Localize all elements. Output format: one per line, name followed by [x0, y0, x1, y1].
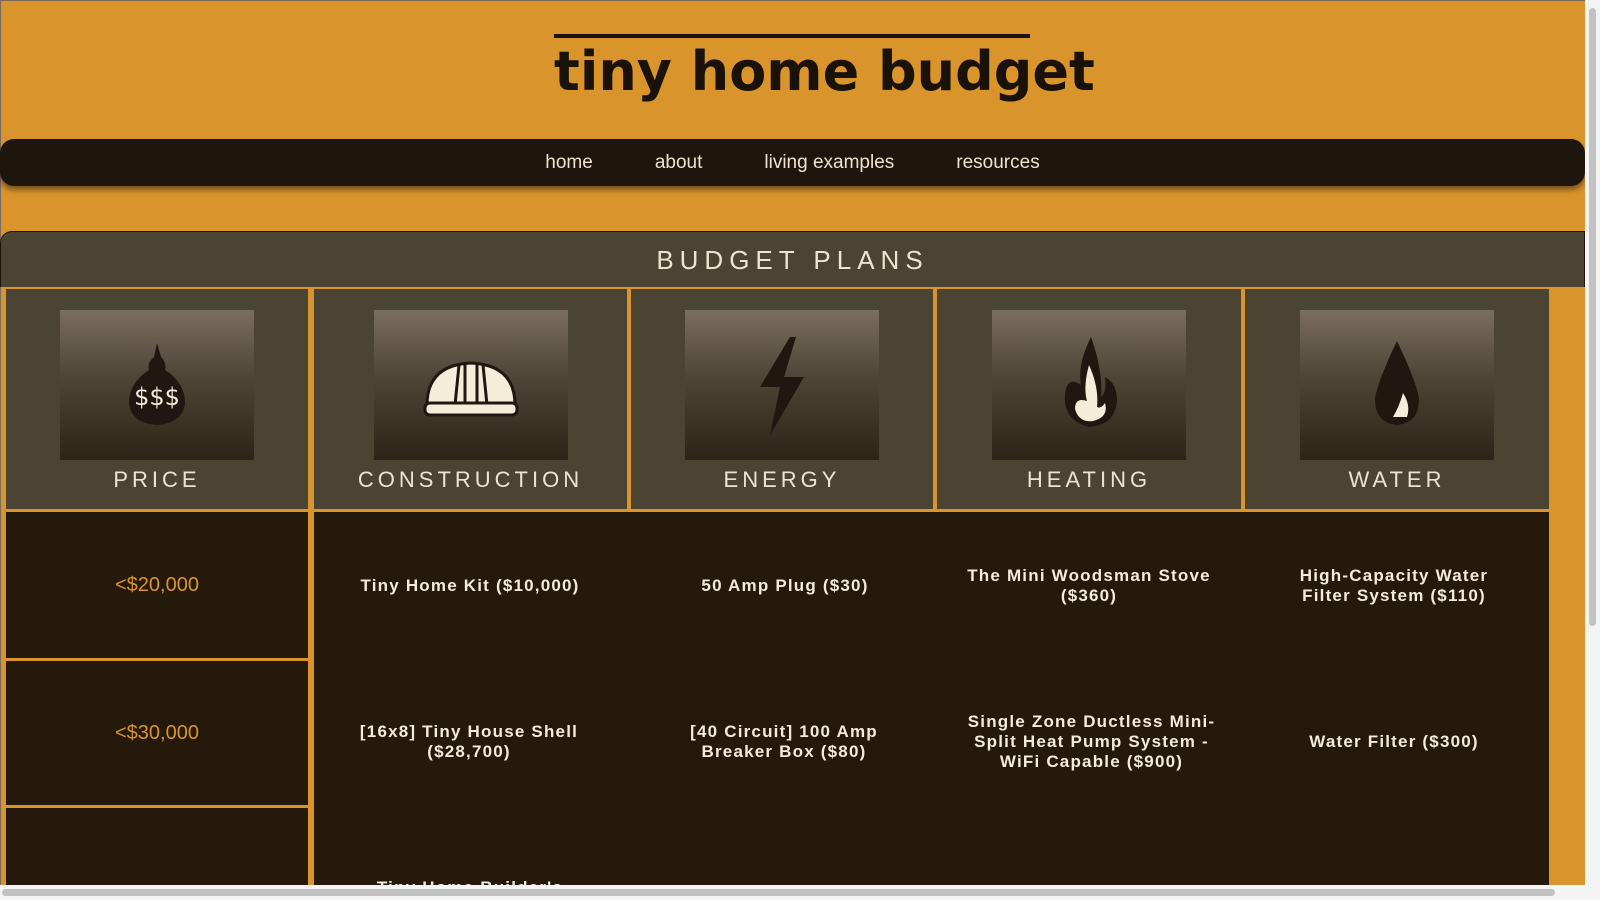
lightning-bolt-icon [760, 337, 804, 435]
column-label-water: WATER [1348, 467, 1446, 492]
column-header-water: WATER [1245, 289, 1549, 509]
energy-item[interactable]: 50 Amp Plug ($30) [644, 562, 926, 610]
horizontal-scrollbar[interactable] [0, 885, 1585, 900]
main-navbar: home about living examples resources [0, 139, 1585, 186]
title-block: tiny home budget [554, 34, 1095, 104]
nav-link-living-examples[interactable]: living examples [764, 139, 894, 186]
nav-link-home[interactable]: home [545, 139, 593, 186]
column-header-energy: ENERGY [631, 289, 933, 509]
price-icon-box: $$$ [60, 310, 254, 460]
column-label-energy: ENERGY [723, 467, 841, 492]
column-label-heating: HEATING [1026, 467, 1152, 492]
column-label-price: PRICE [113, 467, 201, 492]
construction-item[interactable]: [16x8] Tiny House Shell ($28,700) [344, 702, 594, 782]
column-header-heating: HEATING [937, 289, 1241, 509]
site-title: tiny home budget [554, 40, 1095, 103]
nav-link-about[interactable]: about [655, 139, 703, 186]
construction-item[interactable]: Tiny Home Kit ($10,000) [314, 562, 626, 610]
price-label: <$30,000 [115, 721, 199, 744]
heating-icon-box [992, 310, 1186, 460]
heating-item[interactable]: Single Zone Ductless Mini-Split Heat Pum… [959, 702, 1224, 782]
column-label-construction: CONSTRUCTION [357, 467, 584, 492]
nav-links: home about living examples resources [0, 139, 1585, 186]
budget-table: $$$ PRICE CONSTRUCTION ENERGY HEATING WA… [4, 289, 1582, 900]
flame-icon [1064, 337, 1117, 427]
energy-item[interactable]: [40 Circuit] 100 Amp Breaker Box ($80) [659, 702, 909, 782]
price-cell: <$20,000 [6, 512, 308, 658]
price-label: <$20,000 [115, 573, 199, 596]
site-header: tiny home budget [0, 0, 1585, 135]
money-bag-icon: $$$ [129, 343, 185, 425]
hard-hat-icon [423, 361, 519, 417]
vertical-scrollbar[interactable] [1585, 0, 1600, 900]
construction-icon-box [374, 310, 568, 460]
water-drop-icon [1375, 341, 1419, 425]
budget-plans-section: BUDGET PLANS $$$ PRICE CONSTRUCTION ENER… [0, 231, 1585, 900]
column-header-construction: CONSTRUCTION [314, 289, 627, 509]
energy-icon-box [685, 310, 879, 460]
money-bag-symbol: $$$ [134, 383, 180, 411]
vertical-scrollbar-thumb[interactable] [1589, 8, 1596, 626]
section-title: BUDGET PLANS [656, 245, 929, 275]
section-header: BUDGET PLANS [0, 231, 1585, 287]
water-icon-box [1300, 310, 1494, 460]
column-header-price: $$$ PRICE [6, 289, 308, 509]
price-cell: <$30,000 [6, 661, 308, 805]
nav-link-resources[interactable]: resources [956, 139, 1039, 186]
water-item[interactable]: High-Capacity Water Filter System ($110) [1274, 562, 1514, 610]
items-area: Tiny Home Kit ($10,000) 50 Amp Plug ($30… [314, 512, 1549, 900]
scrollbar-corner [1585, 885, 1600, 900]
water-item[interactable]: Water Filter ($300) [1274, 702, 1514, 782]
heating-item[interactable]: The Mini Woodsman Stove ($360) [964, 562, 1214, 610]
title-rule [554, 34, 1030, 38]
horizontal-scrollbar-thumb[interactable] [2, 889, 1555, 896]
